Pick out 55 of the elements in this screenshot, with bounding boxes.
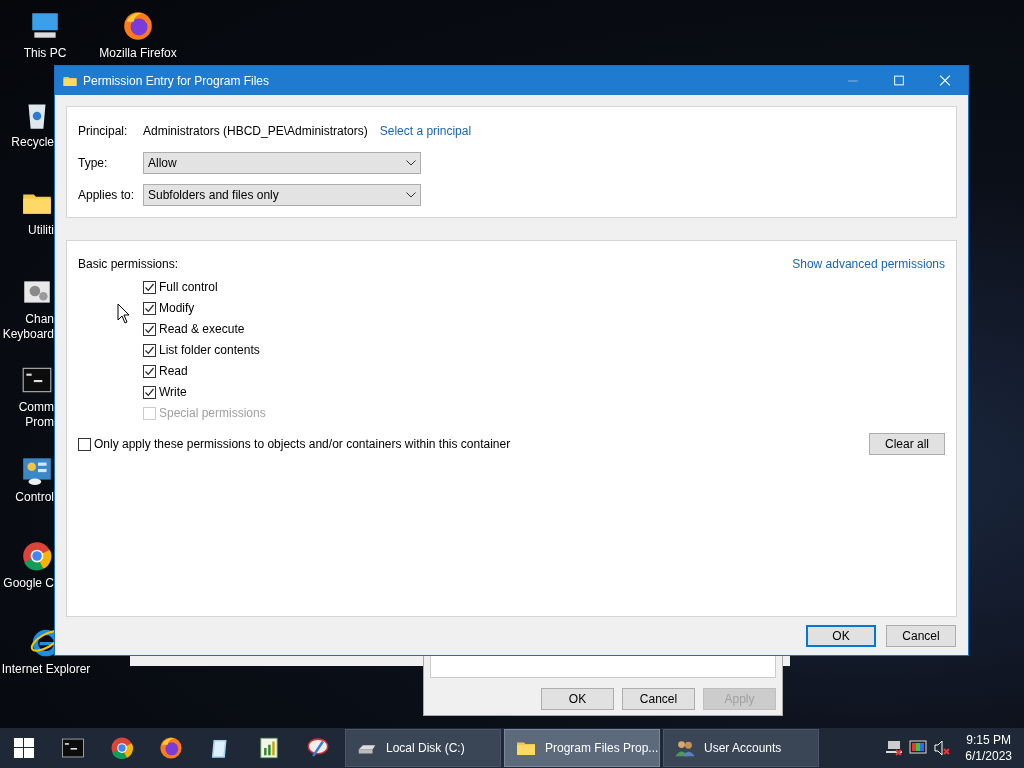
windows-start-icon[interactable]: [14, 738, 34, 758]
checkmark-icon: [144, 323, 155, 335]
checkmark-icon: [144, 281, 155, 293]
only-apply-checkbox[interactable]: Only apply these permissions to objects and/or containers within this container: [78, 436, 511, 452]
desktop-icon-label[interactable]: Mozilla Firefox: [99, 46, 177, 61]
firefox-icon[interactable]: [121, 9, 155, 43]
chrome-icon[interactable]: [108, 735, 135, 761]
dialog-button[interactable]: OK: [806, 625, 876, 647]
display-icon[interactable]: [909, 739, 928, 757]
permission-checkbox[interactable]: Read & execute: [143, 321, 945, 337]
taskbar-button[interactable]: Local Disk (C:): [345, 729, 501, 767]
permission-checkbox[interactable]: Full control: [143, 279, 945, 295]
window-title: Permission Entry for Program Files: [83, 73, 270, 88]
field-label: Principal:: [78, 124, 129, 138]
show-advanced-link[interactable]: Show advanced permissions: [792, 257, 945, 271]
permission-checkbox[interactable]: List folder contents: [143, 342, 945, 358]
permission-checkbox[interactable]: Read: [143, 363, 945, 379]
dialog-button[interactable]: Cancel: [622, 688, 695, 710]
desktop-icon-label[interactable]: Google C: [3, 576, 54, 591]
muted-volume-icon[interactable]: [933, 739, 952, 757]
clear-all-button[interactable]: Clear all: [869, 433, 945, 455]
checkmark-icon: [144, 302, 155, 314]
caret-icon: [406, 160, 416, 166]
desktop-icon-label[interactable]: Keyboard: [2, 327, 54, 342]
mouse-cursor-icon: [117, 303, 131, 325]
checkmark-icon: [144, 365, 155, 377]
firefox-icon[interactable]: [157, 735, 184, 761]
permission-checkbox[interactable]: Write: [143, 384, 945, 400]
clock[interactable]: 9:15 PM 6/1/2023: [965, 732, 1012, 764]
desktop-icon-label[interactable]: Chan: [25, 312, 54, 327]
select-principal-link[interactable]: Select a principal: [379, 124, 472, 138]
terminal-icon[interactable]: [59, 735, 86, 761]
dialog-button[interactable]: Cancel: [886, 625, 956, 647]
taskbar-button[interactable]: Program Files Prop...: [504, 729, 660, 767]
network-icon[interactable]: [885, 739, 904, 757]
applies-to-dropdown[interactable]: Subfolders and files only: [143, 184, 421, 206]
checkmark-icon: [144, 344, 155, 356]
desktop-icon-label[interactable]: Recycle: [11, 135, 54, 150]
field-label: Type:: [78, 156, 109, 170]
desktop-icon-label[interactable]: Comm: [18, 400, 54, 415]
type-dropdown[interactable]: Allow: [143, 152, 421, 174]
taskbar-button[interactable]: User Accounts: [663, 729, 819, 767]
desktop-icon-label[interactable]: Prom: [25, 415, 54, 430]
caret-icon: [406, 192, 416, 198]
principal-name: Administrators (HBCD_PE\Administrators): [143, 124, 368, 138]
dialog-button[interactable]: OK: [541, 688, 614, 710]
desktop-icon-label[interactable]: Utiliti: [28, 223, 54, 238]
desktop-icon-label[interactable]: Internet Explorer: [1, 662, 91, 677]
desktop-icon-label[interactable]: Control: [15, 490, 54, 505]
chrome-icon[interactable]: [20, 539, 54, 573]
checkmark-icon: [144, 386, 155, 398]
permission-checkbox[interactable]: Modify: [143, 300, 945, 316]
field-label: Applies to:: [78, 188, 136, 202]
section-label: Basic permissions:: [78, 257, 179, 271]
desktop-icon-label[interactable]: This PC: [23, 46, 67, 61]
